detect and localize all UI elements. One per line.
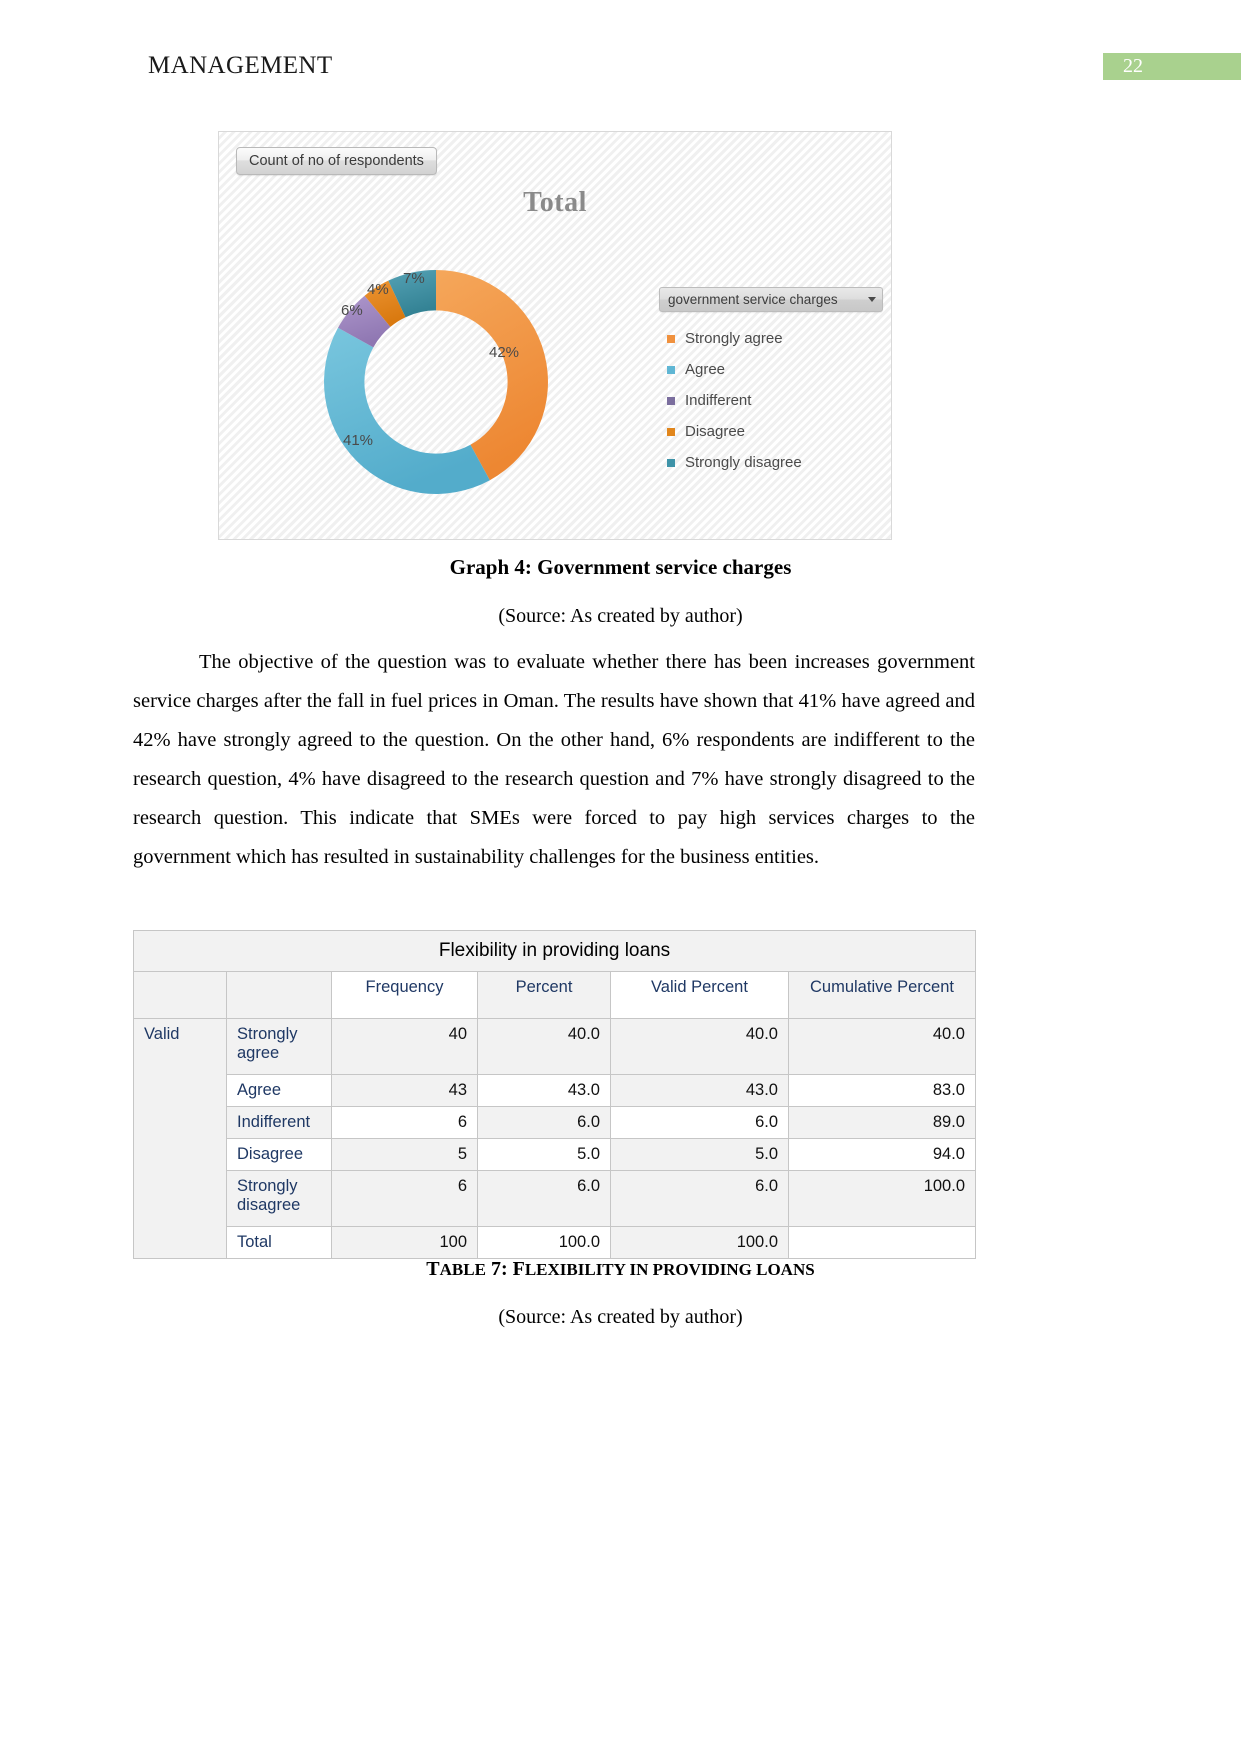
doughnut-svg xyxy=(324,270,548,494)
legend-filter-dropdown[interactable]: government service charges xyxy=(659,287,883,312)
legend-item-list: Strongly agree Agree Indifferent Disagre… xyxy=(659,323,883,478)
table-source-caption: (Source: As created by author) xyxy=(498,1306,743,1328)
chart-legend: government service charges Strongly agre… xyxy=(659,287,883,478)
legend-item-disagree[interactable]: Disagree xyxy=(659,416,883,447)
slice-agree xyxy=(324,327,490,494)
cell-valid-percent: 6.0 xyxy=(610,1106,789,1139)
legend-item-indifferent[interactable]: Indifferent xyxy=(659,385,883,416)
legend-label: Agree xyxy=(685,361,726,378)
legend-item-strongly-agree[interactable]: Strongly agree xyxy=(659,323,883,354)
legend-title: government service charges xyxy=(668,292,838,307)
legend-label: Indifferent xyxy=(685,392,752,409)
cell-percent: 43.0 xyxy=(477,1074,611,1107)
table-row: Valid Strongly agree 40 40.0 40.0 40.0 xyxy=(133,1018,976,1259)
row-label-disagree: Disagree xyxy=(226,1138,332,1171)
page-number-badge: 22 xyxy=(1103,53,1241,80)
page-header: MANAGEMENT 22 xyxy=(0,0,1241,96)
chart-figure: Count of no of respondents Total 42% 41%… xyxy=(218,131,892,540)
legend-swatch-icon xyxy=(667,396,675,405)
table-header-row: Frequency Percent Valid Percent Cumulati… xyxy=(133,971,976,1019)
chevron-down-icon[interactable] xyxy=(868,297,876,302)
cell-percent: 5.0 xyxy=(477,1138,611,1171)
figure-source-caption: (Source: As created by author) xyxy=(498,605,743,627)
col-head-percent: Percent xyxy=(477,971,611,1019)
spss-output-table: Flexibility in providing loans Frequency… xyxy=(133,930,976,1259)
slice-label-agree: 41% xyxy=(343,432,374,449)
row-label-total: Total xyxy=(226,1226,332,1259)
legend-item-strongly-disagree[interactable]: Strongly disagree xyxy=(659,447,883,478)
col-head-blank-2 xyxy=(226,971,332,1019)
slice-label-indifferent: 6% xyxy=(341,302,363,319)
table-row: Agree 43 43.0 43.0 83.0 xyxy=(134,1074,976,1107)
cell-frequency: 5 xyxy=(331,1138,478,1171)
slice-label-strongly-agree: 42% xyxy=(489,344,520,361)
table-title: Flexibility in providing loans xyxy=(133,930,976,972)
cell-frequency: 43 xyxy=(331,1074,478,1107)
cell-cumulative-percent: 83.0 xyxy=(788,1074,976,1107)
row-label-strongly-disagree: Strongly disagree xyxy=(226,1170,332,1227)
table-row: Indifferent 6 6.0 6.0 89.0 xyxy=(134,1106,976,1139)
cell-frequency: 40 xyxy=(331,1018,478,1075)
legend-item-agree[interactable]: Agree xyxy=(659,354,883,385)
table-caption-number: 7: F xyxy=(485,1258,525,1280)
col-head-valid-percent: Valid Percent xyxy=(610,971,789,1019)
legend-label: Strongly disagree xyxy=(685,454,802,471)
page-number: 22 xyxy=(1123,55,1143,77)
cell-percent: 40.0 xyxy=(477,1018,611,1075)
row-label-agree: Agree xyxy=(226,1074,332,1107)
cell-cumulative-percent: 89.0 xyxy=(788,1106,976,1139)
figure-caption: Graph 4: Government service charges xyxy=(449,555,792,579)
cell-frequency: 6 xyxy=(331,1106,478,1139)
legend-swatch-icon xyxy=(667,334,675,343)
cell-valid-percent: 6.0 xyxy=(610,1170,789,1227)
cell-percent: 100.0 xyxy=(477,1226,611,1259)
cell-percent: 6.0 xyxy=(477,1170,611,1227)
cell-percent: 6.0 xyxy=(477,1106,611,1139)
cell-frequency: 100 xyxy=(331,1226,478,1259)
legend-swatch-icon xyxy=(667,458,675,467)
slice-strongly-agree xyxy=(436,270,548,481)
cell-valid-percent: 5.0 xyxy=(610,1138,789,1171)
legend-label: Strongly agree xyxy=(685,330,783,347)
row-label-indifferent: Indifferent xyxy=(226,1106,332,1139)
field-button-count-of-respondents[interactable]: Count of no of respondents xyxy=(236,147,437,175)
cell-valid-percent: 40.0 xyxy=(610,1018,789,1075)
body-paragraph: The objective of the question was to eva… xyxy=(133,651,975,868)
cell-cumulative-percent: 40.0 xyxy=(788,1018,976,1075)
col-head-cumulative-percent: Cumulative Percent xyxy=(788,971,976,1019)
row-group-label-valid: Valid xyxy=(133,1018,227,1259)
table-row: Strongly disagree 6 6.0 6.0 100.0 xyxy=(134,1170,976,1227)
col-head-frequency: Frequency xyxy=(331,971,478,1019)
legend-label: Disagree xyxy=(685,423,746,440)
cell-cumulative-percent: 94.0 xyxy=(788,1138,976,1171)
document-header-title: MANAGEMENT xyxy=(148,52,333,79)
cell-cumulative-percent: 100.0 xyxy=(788,1170,976,1227)
table-caption-t: T xyxy=(426,1258,440,1280)
chart-title: Total xyxy=(523,187,587,218)
doughnut-chart: 42% 41% 6% 4% 7% xyxy=(311,257,561,507)
table-caption-rest: LEXIBILITY IN PROVIDING LOANS xyxy=(524,1260,815,1279)
row-label-strongly-agree: Strongly agree xyxy=(226,1018,332,1075)
cell-valid-percent: 100.0 xyxy=(610,1226,789,1259)
table-row-total: Total 100 100.0 100.0 xyxy=(134,1226,976,1259)
table-row: Disagree 5 5.0 5.0 94.0 xyxy=(134,1138,976,1171)
table-caption-able: ABLE xyxy=(439,1260,486,1279)
cell-valid-percent: 43.0 xyxy=(610,1074,789,1107)
slice-label-strongly-disagree: 7% xyxy=(403,270,425,287)
table-caption: TABLE 7: FLEXIBILITY IN PROVIDING LOANS xyxy=(0,1258,1241,1281)
legend-swatch-icon xyxy=(667,427,675,436)
table-title-row: Flexibility in providing loans xyxy=(133,930,976,972)
legend-swatch-icon xyxy=(667,365,675,374)
col-head-blank-1 xyxy=(133,971,227,1019)
cell-frequency: 6 xyxy=(331,1170,478,1227)
cell-cumulative-percent xyxy=(788,1226,976,1259)
slice-label-disagree: 4% xyxy=(367,281,389,298)
